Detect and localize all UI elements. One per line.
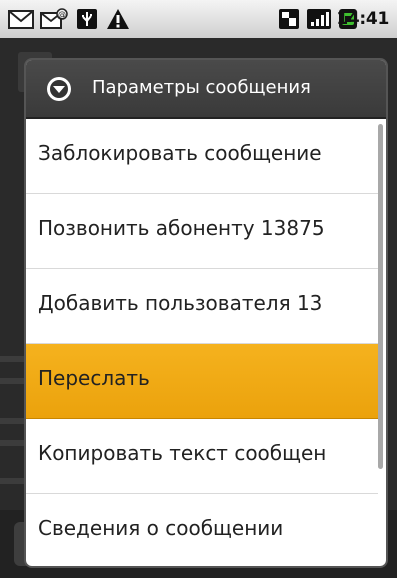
menu-item-forward[interactable]: Переслать [26,344,378,419]
usb-icon [77,9,97,29]
gmail-icon [8,10,34,29]
dialog-header: Параметры сообщения [26,60,386,119]
menu-item-block[interactable]: Заблокировать сообщение [26,119,378,194]
signal-icon [307,9,331,29]
status-bar: @ 14:41 [0,0,397,38]
menu-item-copy-text[interactable]: Копировать текст сообщен [26,419,378,494]
options-list: Заблокировать сообщение Позвонить абонен… [26,119,386,566]
menu-item-details[interactable]: Сведения о сообщении [26,494,378,566]
email-icon: @ [40,8,68,29]
message-options-dialog: Параметры сообщения Заблокировать сообще… [26,60,386,566]
clock: 14:41 [336,9,389,29]
sim-icon [279,9,299,29]
chevron-down-icon [47,77,71,101]
scrollbar[interactable] [378,124,383,469]
svg-text:@: @ [58,10,66,19]
menu-item-call[interactable]: Позвонить абоненту 13875 [26,194,378,269]
warning-icon [107,9,129,29]
dialog-title: Параметры сообщения [92,77,311,98]
menu-item-add-contact[interactable]: Добавить пользователя 13 [26,269,378,344]
